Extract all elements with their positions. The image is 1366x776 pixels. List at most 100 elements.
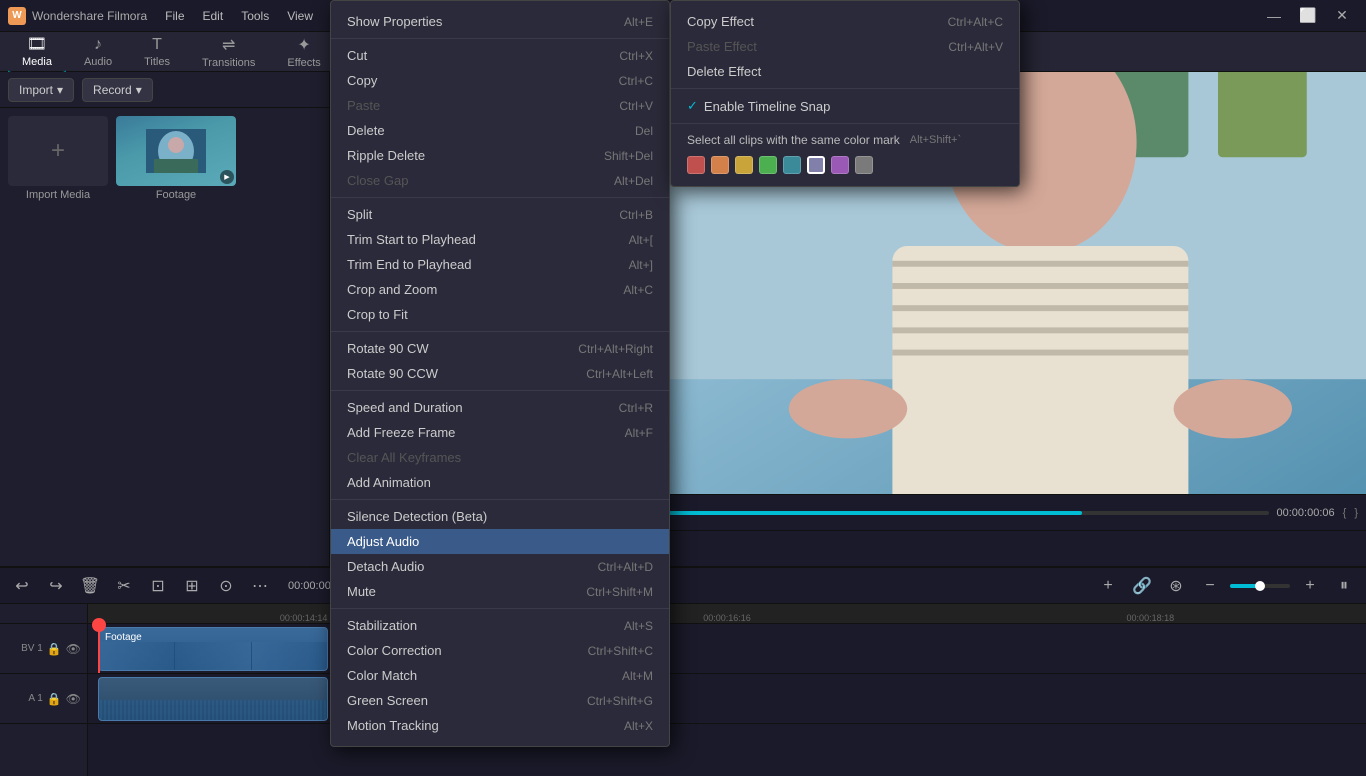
menu-tools[interactable]: Tools xyxy=(233,5,277,27)
close-button[interactable]: ✕ xyxy=(1326,3,1358,29)
v1-text: BV 1 xyxy=(21,643,43,654)
cut-button[interactable]: ✂ xyxy=(110,572,138,600)
media-grid: + Import Media ▶ Footage xyxy=(0,108,329,566)
zoom-in-button[interactable]: + xyxy=(1296,572,1324,600)
color-swatch-red[interactable] xyxy=(687,156,705,174)
crop-button[interactable]: ⊡ xyxy=(144,572,172,600)
check-icon: ✓ xyxy=(687,98,698,114)
maximize-button[interactable]: ⬜ xyxy=(1292,3,1324,29)
context-menu: Show Properties Alt+E Cut Ctrl+X Copy Ct… xyxy=(330,0,670,747)
footage-label: Footage xyxy=(156,189,196,201)
play-indicator-icon: ▶ xyxy=(220,170,234,184)
menu-view[interactable]: View xyxy=(279,5,321,27)
redo-button[interactable]: ↪ xyxy=(42,572,70,600)
zoom-out-button[interactable]: − xyxy=(1196,572,1224,600)
pause-button[interactable]: ⏸ xyxy=(1330,572,1358,600)
submenu-section-color-mark: Select all clips with the same color mar… xyxy=(671,124,1019,182)
menu-rotate-cw[interactable]: Rotate 90 CW Ctrl+Alt+Right xyxy=(331,336,669,361)
menu-color-correction[interactable]: Color Correction Ctrl+Shift+C xyxy=(331,638,669,663)
menu-clear-keyframes: Clear All Keyframes xyxy=(331,445,669,470)
menu-trim-start[interactable]: Trim Start to Playhead Alt+[ xyxy=(331,227,669,252)
media-controls: Import ▾ Record ▾ xyxy=(0,72,329,108)
tab-titles-label: Titles xyxy=(144,56,170,68)
submenu-enable-snap[interactable]: ✓ Enable Timeline Snap xyxy=(671,93,1019,119)
tab-transitions[interactable]: ⇌ Transitions xyxy=(188,31,269,73)
menu-adjust-audio[interactable]: Adjust Audio xyxy=(331,529,669,554)
lock-icon[interactable]: 🔒 xyxy=(47,642,62,656)
menu-mute[interactable]: Mute Ctrl+Shift+M xyxy=(331,579,669,604)
a1-text: A 1 xyxy=(28,693,42,704)
submenu-delete-effect[interactable]: Delete Effect xyxy=(671,59,1019,84)
record-button[interactable]: Record ▾ xyxy=(82,78,153,102)
tab-titles[interactable]: T Titles xyxy=(130,32,184,72)
color-swatches xyxy=(671,152,1019,178)
add-track-button[interactable]: + xyxy=(1094,572,1122,600)
delete-button[interactable]: 🗑 xyxy=(76,572,104,600)
menu-crop-fit[interactable]: Crop to Fit xyxy=(331,302,669,327)
menu-file[interactable]: File xyxy=(157,5,192,27)
link-button[interactable]: 🔗 xyxy=(1128,572,1156,600)
color-swatch-teal[interactable] xyxy=(783,156,801,174)
transform-button[interactable]: ⊙ xyxy=(212,572,240,600)
menu-cut[interactable]: Cut Ctrl+X xyxy=(331,43,669,68)
menu-delete[interactable]: Delete Del xyxy=(331,118,669,143)
audio-clip[interactable] xyxy=(98,677,328,721)
magnet-button[interactable]: ⊛ xyxy=(1162,572,1190,600)
track-v1-label: BV 1 🔒 👁 xyxy=(0,624,87,674)
show-properties-label: Show Properties xyxy=(347,14,442,29)
tab-audio-label: Audio xyxy=(84,56,112,68)
menu-ripple-delete[interactable]: Ripple Delete Shift+Del xyxy=(331,143,669,168)
menu-detach-audio[interactable]: Detach Audio Ctrl+Alt+D xyxy=(331,554,669,579)
menu-speed-duration[interactable]: Speed and Duration Ctrl+R xyxy=(331,395,669,420)
submenu-section-effects: Copy Effect Ctrl+Alt+C Paste Effect Ctrl… xyxy=(671,5,1019,89)
menu-green-screen[interactable]: Green Screen Ctrl+Shift+G xyxy=(331,688,669,713)
effects-icon: ✦ xyxy=(297,35,310,55)
footage-item[interactable]: ▶ Footage xyxy=(116,116,236,201)
menu-edit[interactable]: Edit xyxy=(195,5,232,27)
tab-effects-label: Effects xyxy=(287,57,320,69)
menu-crop-zoom[interactable]: Crop and Zoom Alt+C xyxy=(331,277,669,302)
menu-motion-tracking[interactable]: Motion Tracking Alt+X xyxy=(331,713,669,738)
submenu-copy-effect[interactable]: Copy Effect Ctrl+Alt+C xyxy=(671,9,1019,34)
import-media-item[interactable]: + Import Media xyxy=(8,116,108,201)
video-clip[interactable]: Footage xyxy=(98,627,328,671)
playhead[interactable] xyxy=(98,624,100,673)
submenu-section-snap: ✓ Enable Timeline Snap xyxy=(671,89,1019,124)
ruler-time-3: 00:00:18:18 xyxy=(939,613,1362,623)
menu-show-properties[interactable]: Show Properties Alt+E xyxy=(331,9,669,34)
color-swatch-yellow[interactable] xyxy=(735,156,753,174)
menu-silence-detection[interactable]: Silence Detection (Beta) xyxy=(331,504,669,529)
footage-thumbnail: ▶ xyxy=(116,116,236,186)
audio-icon: ♪ xyxy=(94,36,102,54)
eye-icon[interactable]: 👁 xyxy=(66,642,81,656)
timeline-content: BV 1 🔒 👁 A 1 🔒 👁 00:00:14:14 00:00:16:16… xyxy=(0,604,1366,776)
menu-trim-end[interactable]: Trim End to Playhead Alt+] xyxy=(331,252,669,277)
eye-icon[interactable]: 👁 xyxy=(66,692,81,706)
undo-button[interactable]: ↩ xyxy=(8,572,36,600)
color-swatch-gray[interactable] xyxy=(855,156,873,174)
color-swatch-orange[interactable] xyxy=(711,156,729,174)
menu-copy[interactable]: Copy Ctrl+C xyxy=(331,68,669,93)
tab-media[interactable]: 🎞 Media xyxy=(8,30,66,74)
lock-icon[interactable]: 🔒 xyxy=(47,692,62,706)
menu-color-match[interactable]: Color Match Alt+M xyxy=(331,663,669,688)
menu-stabilization[interactable]: Stabilization Alt+S xyxy=(331,613,669,638)
color-swatch-green[interactable] xyxy=(759,156,777,174)
tab-effects[interactable]: ✦ Effects xyxy=(273,31,334,73)
menu-add-animation[interactable]: Add Animation xyxy=(331,470,669,495)
more-button[interactable]: ⋯ xyxy=(246,572,274,600)
zoom-slider[interactable] xyxy=(1230,584,1290,588)
tab-transitions-label: Transitions xyxy=(202,57,255,69)
waveform xyxy=(99,700,327,720)
audio-track-row xyxy=(88,674,1366,724)
tab-audio[interactable]: ♪ Audio xyxy=(70,32,126,72)
import-button[interactable]: Import ▾ xyxy=(8,78,74,102)
menu-split[interactable]: Split Ctrl+B xyxy=(331,202,669,227)
minimize-button[interactable]: — xyxy=(1258,3,1290,29)
effect-submenu: Copy Effect Ctrl+Alt+C Paste Effect Ctrl… xyxy=(670,0,1020,187)
copy-button[interactable]: ⊞ xyxy=(178,572,206,600)
color-swatch-purple[interactable] xyxy=(831,156,849,174)
menu-freeze-frame[interactable]: Add Freeze Frame Alt+F xyxy=(331,420,669,445)
menu-rotate-ccw[interactable]: Rotate 90 CCW Ctrl+Alt+Left xyxy=(331,361,669,386)
color-swatch-bluegray[interactable] xyxy=(807,156,825,174)
